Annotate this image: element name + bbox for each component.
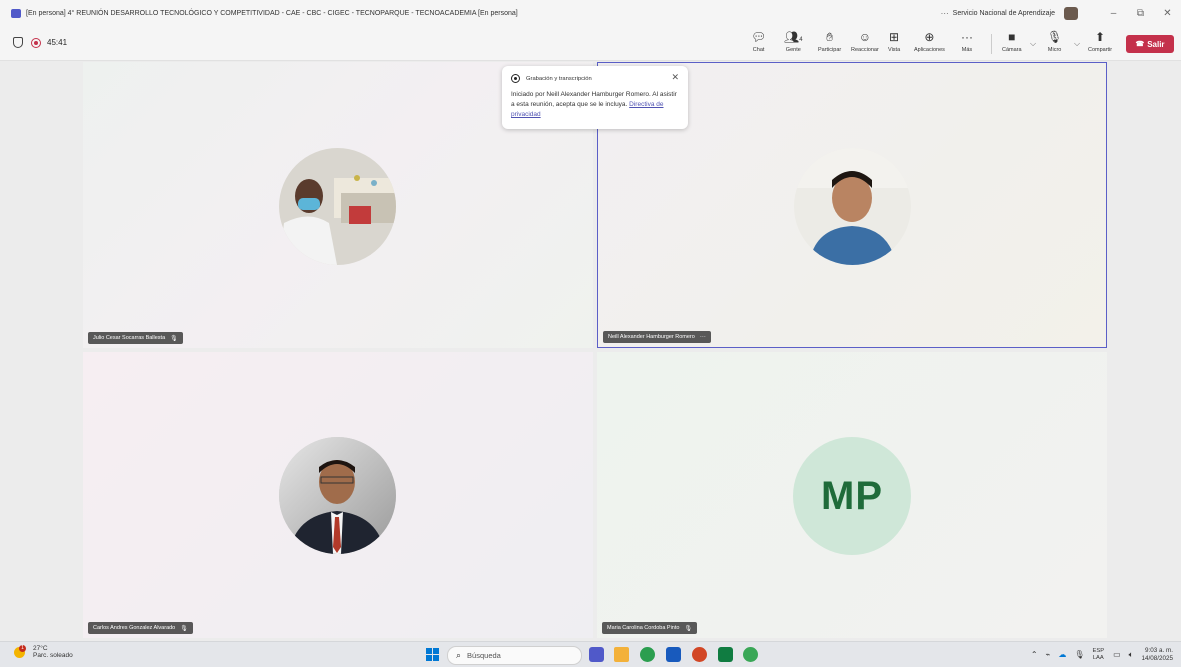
chevron-up-icon[interactable]: ⌃ — [1031, 650, 1038, 659]
participant-avatar — [279, 437, 396, 554]
camera-options-chevron-icon[interactable]: ⌵ — [1030, 39, 1036, 49]
people-button[interactable]: 👥︎4 Gente — [784, 30, 803, 53]
word-icon[interactable] — [666, 647, 681, 662]
grid-view-icon: ⊞ — [889, 30, 900, 44]
restore-icon[interactable]: ⧉ — [1127, 8, 1154, 19]
shield-icon — [13, 37, 23, 48]
mic-off-icon: 🎙︎ — [1047, 30, 1063, 44]
popup-close-icon[interactable]: ✕ — [671, 72, 679, 83]
network-icon[interactable]: ▭ — [1113, 650, 1121, 659]
taskbar: 1 27°C Parc. soleado ⌕ Búsqueda ⌃ ⌁ ☁ 🎙︎… — [0, 641, 1181, 667]
react-button[interactable]: ☺ Reaccionar — [851, 30, 879, 53]
recording-icon — [511, 74, 520, 83]
clock[interactable]: 9:03 a. m. 14/08/2025 — [1141, 647, 1173, 663]
apps-button[interactable]: ⊕ Aplicaciones — [914, 30, 945, 53]
organization-name: Servicio Nacional de Aprendizaje — [952, 10, 1055, 17]
mic-button[interactable]: 🎙︎ Micro — [1047, 30, 1062, 53]
search-placeholder: Búsqueda — [467, 651, 501, 660]
chat-icon: 💬︎ — [751, 30, 767, 44]
recording-indicator: 45:41 — [13, 37, 67, 48]
chat-button[interactable]: 💬︎ Chat — [751, 30, 766, 53]
meeting-timer: 45:41 — [47, 38, 68, 47]
volume-icon[interactable]: 🔈︎ — [1129, 650, 1134, 660]
video-stage: Julio Cesar Socarras Ballesta 🎙︎ Neill A… — [0, 61, 1181, 640]
user-avatar[interactable] — [1064, 7, 1078, 20]
teams-icon — [11, 9, 21, 18]
taskbar-search[interactable]: ⌕ Búsqueda — [447, 646, 582, 665]
title-bar: [En persona] 4° REUNIÓN DESARROLLO TECNO… — [0, 0, 1181, 27]
weather-temperature: 27°C — [33, 645, 48, 652]
participant-avatar — [794, 148, 911, 265]
mic-muted-icon: 🎙︎ — [180, 625, 188, 632]
view-button[interactable]: ⊞ Vista — [888, 30, 900, 53]
more-button[interactable]: ··· Más — [961, 30, 973, 53]
weather-sun-icon: 1 — [14, 645, 28, 659]
recording-icon — [31, 37, 41, 48]
mic-muted-icon: 🎙︎ — [170, 335, 178, 342]
browser-app-icon[interactable] — [743, 647, 758, 662]
powerpoint-icon[interactable] — [692, 647, 707, 662]
mic-muted-icon: 🎙︎ — [684, 625, 693, 632]
search-icon: ⌕ — [456, 650, 462, 660]
raise-hand-button[interactable]: ✋︎ Participar — [818, 30, 841, 53]
weather-description: Parc. soleado — [33, 652, 73, 659]
hand-icon: ✋︎ — [826, 30, 834, 44]
participant-name-tag: Julio Cesar Socarras Ballesta 🎙︎ — [88, 332, 183, 344]
participant-name-tag: Neill Alexander Hamburger Romero ··· — [603, 331, 711, 343]
start-button[interactable] — [426, 648, 439, 661]
mic-options-chevron-icon[interactable]: ⌵ — [1074, 39, 1080, 49]
initials-avatar: MP — [793, 437, 911, 555]
participant-avatar — [279, 148, 396, 265]
add-app-icon: ⊕ — [924, 30, 935, 44]
smiley-icon: ☺ — [858, 30, 872, 44]
weather-widget[interactable]: 1 27°C Parc. soleado — [14, 645, 73, 659]
more-options-icon[interactable]: ··· — [941, 9, 949, 18]
minimize-icon[interactable]: – — [1100, 8, 1127, 19]
recording-notice-popup: Grabación y transcripción ✕ Iniciado por… — [502, 66, 688, 129]
leave-button[interactable]: ☎ Salir — [1126, 35, 1174, 53]
participant-name-tag: Carlos Andres Gonzalez Alvarado 🎙︎ — [88, 622, 193, 634]
share-icon: ⬆ — [1095, 30, 1106, 44]
people-icon: 👥︎4 — [784, 30, 803, 44]
weather-badge: 1 — [19, 645, 26, 652]
camera-button[interactable]: ■ Cámara — [1002, 30, 1022, 53]
language-indicator[interactable]: ESP LAA — [1093, 648, 1105, 662]
popup-title: Grabación y transcripción — [526, 75, 592, 82]
usb-icon[interactable]: ⌁ — [1046, 650, 1051, 659]
participant-name-tag: Maria Carolina Cordoba Pinto 🎙︎ — [602, 622, 698, 634]
phone-hangup-icon: ☎ — [1135, 41, 1145, 48]
camera-off-icon: ■ — [1008, 30, 1016, 44]
mic-muted-tray-icon[interactable]: 🎙︎ — [1074, 650, 1084, 659]
close-icon[interactable]: ✕ — [1154, 8, 1181, 19]
file-explorer-icon[interactable] — [614, 647, 629, 662]
cloud-icon[interactable]: ☁ — [1058, 650, 1066, 659]
excel-icon[interactable] — [718, 647, 733, 662]
participant-tile[interactable]: MP Maria Carolina Cordoba Pinto 🎙︎ — [597, 352, 1107, 638]
chrome-icon[interactable] — [640, 647, 655, 662]
toolbar-divider — [991, 34, 992, 54]
share-button[interactable]: ⬆ Compartir — [1088, 30, 1112, 53]
teams-app-icon[interactable] — [589, 647, 604, 662]
window-title: [En persona] 4° REUNIÓN DESARROLLO TECNO… — [26, 10, 518, 17]
participant-tile[interactable]: Carlos Andres Gonzalez Alvarado 🎙︎ — [83, 352, 593, 638]
meeting-control-bar: 45:41 💬︎ Chat 👥︎4 Gente ✋︎ Participar ☺ … — [0, 27, 1181, 61]
more-icon: ··· — [961, 30, 973, 44]
people-count: 4 — [799, 37, 803, 43]
more-options-icon[interactable]: ··· — [700, 334, 706, 340]
system-tray: ⌃ ⌁ ☁ 🎙︎ ESP LAA ▭ 🔈︎ 9:03 a. m. 14/08/2… — [1031, 642, 1181, 667]
